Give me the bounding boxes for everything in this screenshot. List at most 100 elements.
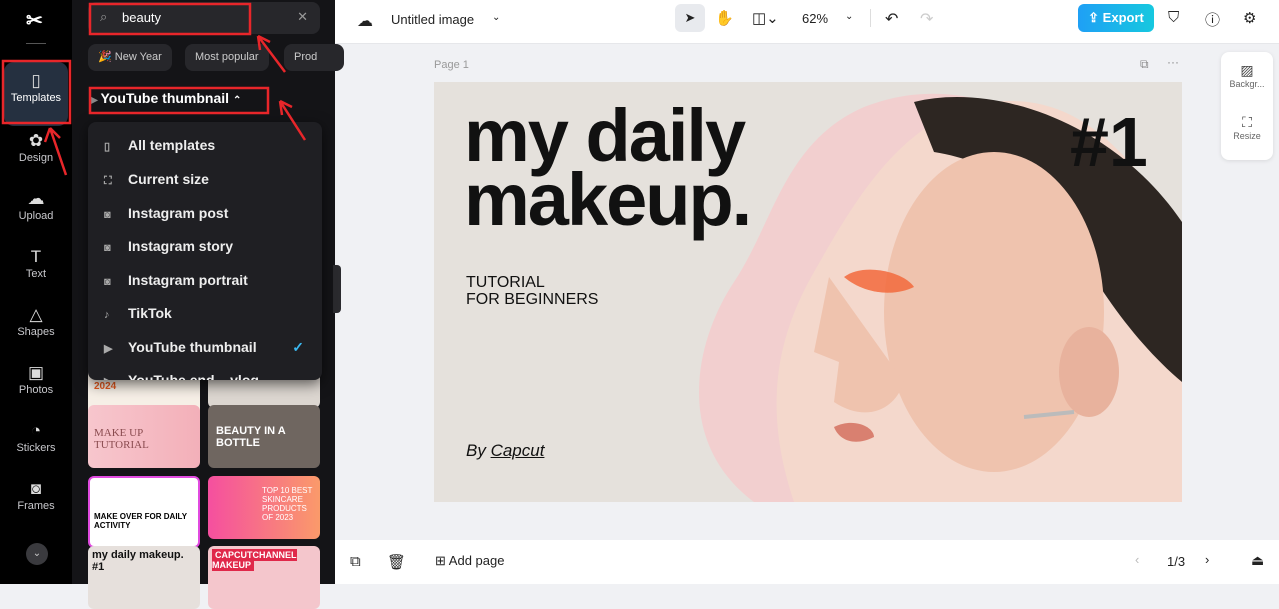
next-page-icon[interactable]: › [1205,552,1209,567]
rail-shapes[interactable]: △ Shapes [4,298,68,354]
search-icon: ⌕ [100,9,108,24]
template-thumbnail[interactable]: BEAUTY IN A BOTTLE [208,405,320,468]
item-label: All templates [128,137,216,153]
template-thumbnail[interactable]: CAPCUTCHANNEL MAKEUP [208,546,320,609]
prev-page-icon[interactable]: ‹ [1135,552,1139,567]
export-icon: ⇪ [1088,10,1103,25]
layout-icon[interactable]: ◫⌄ [752,9,779,27]
dropdown-item[interactable]: ▯ All templates [104,137,215,157]
number-label: #1 [1070,103,1148,181]
resize-button[interactable]: ⛶ Resize [1221,114,1273,141]
add-page-icon: ⊞ [435,553,449,568]
instagram-icon: ◙ [104,242,111,254]
rail-label: Frames [17,500,55,512]
template-thumbnail[interactable]: MAKE OVER FOR DAILY ACTIVITY [88,476,200,548]
item-label: TikTok [128,305,172,321]
select-tool-icon[interactable]: ➤ [675,4,705,32]
youtube-icon: ▶ [104,343,113,355]
background-button[interactable]: ▨ Backgr... [1221,62,1273,89]
rail-templates[interactable]: ▯ Templates [4,62,68,126]
properties-panel: ▨ Backgr... ⛶ Resize [1221,52,1273,160]
cloud-save-icon[interactable]: ☁ [357,11,373,31]
undo-icon[interactable]: ↶ [885,9,898,29]
page-duplicate-icon[interactable]: ⧉ [350,553,361,570]
export-label: Export [1102,10,1144,25]
chip-products[interactable]: Prod [284,44,344,71]
dropdown-item[interactable]: ◙ Instagram story [104,238,233,258]
byline: By Capcut [466,441,544,461]
dropdown-item[interactable]: ▶YouTube end... vlog [104,372,259,380]
divider [26,43,46,44]
dropdown-item[interactable]: ♪ TikTok [104,305,172,325]
resize-icon: ⛶ [1242,114,1252,130]
templates-icon: ▯ [31,71,41,90]
panel-collapse-handle[interactable] [333,265,341,313]
stickers-icon: ◔ [30,421,42,440]
design-icon: ✿ [28,131,44,150]
rail-label: Text [25,268,47,280]
export-button[interactable]: ⇪ Export [1078,4,1154,32]
instagram-icon: ◙ [104,276,111,288]
category-dropdown: ▯ All templates ⛶ Current size ◙ Instagram … [88,122,322,380]
text-icon: T [30,247,42,266]
rail-stickers[interactable]: ◔ Stickers [4,414,68,470]
dropdown-item-selected[interactable]: ▶ YouTube thumbnail ✓ [104,339,304,359]
template-thumbnail[interactable]: my daily makeup. #1 [88,546,200,609]
chip-most-popular[interactable]: Most popular [185,44,269,71]
rail-frames[interactable]: ◙ Frames [4,472,68,528]
rail-label: Upload [18,210,54,222]
delete-icon[interactable]: 🗑 [387,553,406,571]
settings-icon[interactable]: ⚙ [1243,9,1256,27]
template-thumbnail[interactable]: MAKE UP TUTORIAL [88,405,200,468]
top-toolbar: ☁ Untitled image ⌄ ➤ ✋ ◫⌄ 62% ⌄ ↶ ↷ ⇪ Ex… [335,0,1279,44]
rail-upload[interactable]: ☁ Upload [4,182,68,238]
category-selector[interactable]: ▶ YouTube thumbnail ⌃ [90,90,241,106]
zoom-level[interactable]: 62% [802,11,828,26]
design-canvas[interactable]: my daily makeup. #1 TUTORIAL FOR BEGINNERS… [434,82,1182,502]
pages-panel-icon[interactable]: ⏏ [1251,552,1264,569]
page-counter: 1/3 [1167,554,1186,569]
rail-label: Photos [18,384,54,396]
rail-label: Shapes [17,326,55,338]
thumb-text: CAPCUTCHANNEL MAKEUP [212,549,297,571]
hand-tool-icon[interactable]: ✋ [715,9,734,27]
check-icon: ✓ [292,339,304,355]
search-value: beauty [122,10,162,25]
background-icon: ▨ [1240,62,1254,78]
document-title[interactable]: Untitled image [391,12,474,27]
more-options-icon[interactable]: ··· [1167,55,1179,69]
byline-prefix: By [466,441,491,460]
dropdown-item[interactable]: ⛶ Current size [104,171,209,191]
tiktok-icon: ♪ [104,309,110,321]
shield-icon[interactable]: ⛉ [1168,9,1179,26]
item-label: YouTube end... vlog [128,372,259,380]
rail-design[interactable]: ✿ Design [4,124,68,180]
dropdown-item[interactable]: ◙ Instagram post [104,205,228,225]
template-thumbnail[interactable]: TOP 10 BEST SKINCARE PRODUCTS OF 2023 [208,476,320,539]
add-page-button[interactable]: ⊞ Add page [435,553,504,569]
headline: my daily makeup. [464,99,752,237]
redo-icon[interactable]: ↷ [920,9,933,29]
chevron-down-icon[interactable]: ⌄ [492,12,500,23]
dropdown-item[interactable]: ◙ Instagram portrait [104,272,248,292]
resize-icon: ⛶ [104,175,112,187]
subtitle: TUTORIAL FOR BEGINNERS [466,274,598,308]
capcut-logo[interactable]: ✂ [26,8,43,33]
duplicate-page-icon[interactable]: ⧉ [1140,57,1149,72]
youtube-icon: ▶ [104,375,128,380]
item-label: Instagram post [128,205,229,221]
rail-photos[interactable]: ▣ Photos [4,356,68,412]
left-rail: ✂ ▯ Templates ✿ Design ☁ Upload T Text △ Shap… [0,0,72,584]
templates-panel: ⌕ beauty ✕ 🎉 New Year Most popular Prod … [72,0,344,609]
clear-icon[interactable]: ✕ [297,9,308,25]
rail-label: Templates [10,92,62,104]
zoom-chevron-icon[interactable]: ⌄ [845,11,853,22]
upload-icon: ☁ [27,189,45,208]
chip-new-year[interactable]: 🎉 New Year [88,44,172,71]
more-chevron-icon[interactable]: ⌄ [26,543,48,565]
rail-text[interactable]: T Text [4,240,68,296]
byline-brand: Capcut [490,441,545,460]
help-icon[interactable]: ⓘ [1205,9,1220,30]
search-input[interactable]: ⌕ beauty ✕ [88,2,320,34]
shapes-icon: △ [29,305,43,324]
